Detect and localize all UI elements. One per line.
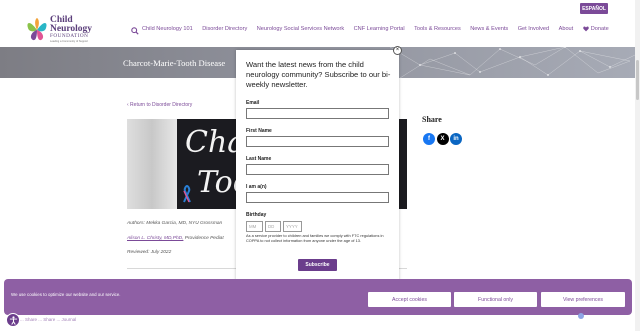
- main-nav: Child Neurology 101 Disorder Directory N…: [142, 26, 618, 32]
- author-link[interactable]: Alison L. Christy, MD,PhD,: [127, 236, 183, 241]
- email-label: Email: [246, 100, 260, 106]
- reviewed-date: Reviewed: July 2022: [127, 250, 172, 255]
- donate-label: Donate: [590, 26, 609, 32]
- accessibility-figure-icon: [9, 315, 17, 325]
- share-heading: Share: [422, 115, 442, 124]
- nav-item-tools-resources[interactable]: Tools & Resources: [414, 26, 461, 32]
- logo-tagline: Leading a Community of Support: [50, 40, 88, 43]
- recaptcha-icon: [578, 313, 584, 319]
- view-preferences-button[interactable]: View preferences: [541, 292, 625, 307]
- newsletter-signup-modal: × Want the latest news from the child ne…: [236, 46, 402, 281]
- linkedin-icon[interactable]: in: [450, 133, 462, 145]
- site-logo[interactable]: Child Neurology FOUNDATION Leading a Com…: [26, 15, 126, 46]
- birth-year-field[interactable]: YYYY: [283, 221, 302, 232]
- last-name-field[interactable]: [246, 164, 389, 175]
- nav-item-news-events[interactable]: News & Events: [470, 26, 508, 32]
- first-name-field[interactable]: [246, 136, 389, 147]
- nav-item-get-involved[interactable]: Get Involved: [518, 26, 549, 32]
- return-to-directory-link[interactable]: ‹ Return to Disorder Directory: [127, 102, 192, 108]
- article-authors-2: Alison L. Christy, MD,PhD, Providence Pe…: [127, 236, 224, 241]
- coppa-disclaimer: As a service provider to children and fa…: [246, 233, 384, 243]
- nav-item-about[interactable]: About: [559, 26, 574, 32]
- last-name-label: Last Name: [246, 156, 272, 162]
- accept-cookies-button[interactable]: Accept cookies: [368, 292, 451, 307]
- cookie-consent-banner: We use cookies to optimize our website a…: [4, 279, 632, 315]
- article-authors: Authors: Mekka Garcia, MD, NYU Grossman: [127, 221, 223, 226]
- birth-day-field[interactable]: DD: [265, 221, 281, 232]
- share-buttons: f X in: [423, 133, 464, 145]
- functional-only-button[interactable]: Functional only: [454, 292, 537, 307]
- nav-item-disorder-directory[interactable]: Disorder Directory: [202, 26, 247, 32]
- nav-item-donate[interactable]: Donate: [582, 26, 619, 32]
- close-icon[interactable]: ×: [393, 46, 402, 55]
- recaptcha-badge: [578, 313, 586, 319]
- language-toggle-button[interactable]: ESPAÑOL: [580, 3, 608, 14]
- heart-icon: [582, 26, 589, 32]
- partially-hidden-links: ... Share ... Share ... Journal: [20, 317, 77, 322]
- facebook-icon[interactable]: f: [423, 133, 435, 145]
- nav-item-learning-portal[interactable]: CNF Learning Portal: [354, 26, 405, 32]
- scrollbar-thumb[interactable]: [636, 60, 639, 100]
- nav-item-social-services-network[interactable]: Neurology Social Services Network: [257, 26, 344, 32]
- image-wall: [127, 119, 177, 209]
- accessibility-icon[interactable]: [6, 313, 20, 327]
- subscribe-button[interactable]: Subscribe: [298, 259, 337, 271]
- author-affiliation: Providence Pediat: [183, 236, 224, 241]
- logo-wordmark: Child Neurology FOUNDATION: [50, 15, 93, 40]
- birthday-label: Birthday: [246, 212, 267, 218]
- nav-item-child-neurology-101[interactable]: Child Neurology 101: [142, 26, 193, 32]
- email-field[interactable]: [246, 108, 389, 119]
- x-twitter-icon[interactable]: X: [436, 133, 449, 145]
- awareness-ribbon-icon: [183, 185, 191, 203]
- role-label: I am a(n): [246, 184, 267, 190]
- search-icon[interactable]: [131, 27, 139, 35]
- page-scrollbar[interactable]: [635, 0, 640, 331]
- page-title: Charcot-Marie-Tooth Disease: [123, 58, 226, 68]
- role-field[interactable]: [246, 192, 389, 203]
- butterfly-logo-icon: [27, 18, 47, 41]
- birth-month-field[interactable]: MM: [246, 221, 263, 232]
- cookie-message: We use cookies to optimize our website a…: [11, 292, 121, 297]
- first-name-label: First Name: [246, 128, 272, 134]
- modal-heading: Want the latest news from the child neur…: [246, 60, 391, 89]
